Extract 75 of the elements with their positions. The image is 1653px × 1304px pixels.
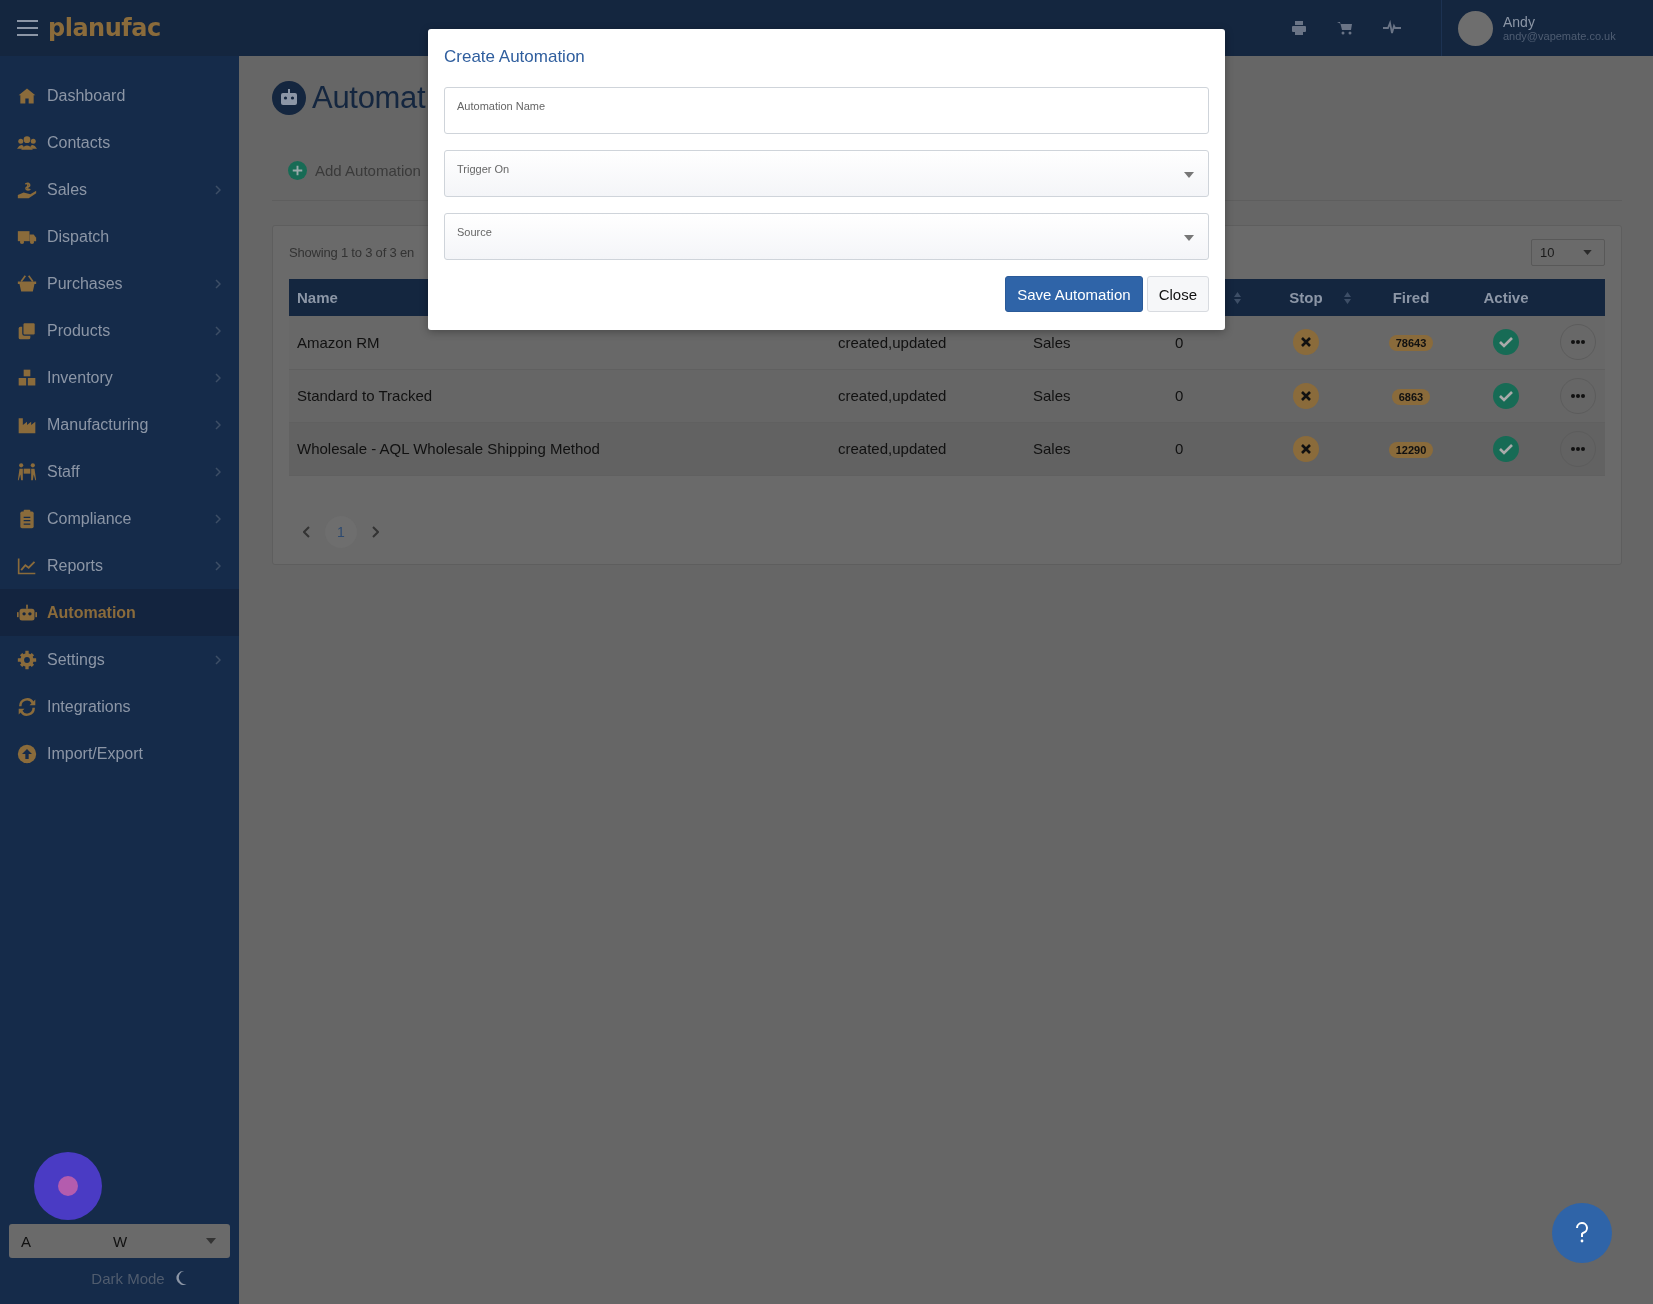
input-field[interactable]: Automation Name [444,87,1209,134]
moon-icon[interactable] [173,1270,188,1286]
gear-icon [17,649,37,670]
cart-icon[interactable] [1337,20,1353,36]
user-email: andy@vapemate.co.uk [1503,30,1617,42]
sidebar-item[interactable]: Manufacturing [0,401,239,448]
people-carry-icon [17,461,37,482]
select-field[interactable]: Trigger On [444,150,1209,197]
caret-down-icon [1184,172,1194,178]
table-cell: created,updated [838,387,947,404]
more-icon [1571,393,1585,398]
logo: planufac [48,14,161,42]
printer-icon[interactable] [1291,20,1307,36]
close-button[interactable]: Close [1146,276,1209,312]
robot-icon [17,602,37,623]
column-header[interactable]: Active [1483,289,1529,306]
user-name: Andy [1503,14,1536,30]
stacked-squares-icon [17,320,37,341]
caret-down-icon [1583,250,1592,255]
pulse-icon[interactable] [1383,20,1401,36]
table-cell: 0 [1175,387,1184,404]
table-cell: created,updated [838,333,947,351]
sidebar-item[interactable]: Staff [0,448,239,495]
chevron-left-icon[interactable] [303,525,311,538]
caret-down-icon [206,1238,216,1244]
table-cell: created,updated [838,440,947,457]
sync-icon [17,696,37,717]
table-cell: 0 [1175,333,1184,351]
boxes-icon [17,367,37,388]
menu-icon[interactable] [17,20,38,36]
table-cell: Amazon RM [297,333,380,351]
chevron-right-icon[interactable] [371,525,379,538]
table-cell: Wholesale - AQL Wholesale Shipping Method [297,440,600,457]
fired-count: 78643 [1388,335,1434,352]
question-icon [1575,1221,1589,1245]
table-cell: Standard to Tracked [297,387,433,404]
save-button[interactable]: Save Automation [1005,276,1143,312]
select-field[interactable]: Source [444,213,1209,260]
column-header[interactable]: Fired [1392,289,1430,306]
sidebar-item[interactable]: Import/Export [0,730,239,777]
caret-down-icon [1184,235,1194,241]
table-cell: Sales [1033,440,1071,457]
sidebar-item[interactable]: Dispatch [0,213,239,260]
fired-count: 12290 [1388,441,1434,458]
fired-count: 6863 [1391,388,1431,405]
sidebar-item[interactable]: Contacts [0,119,239,166]
location-select[interactable]: A W [9,1224,230,1258]
column-header[interactable]: Stop [1289,289,1323,306]
modal-title: Create Automation [444,47,586,67]
sidebar-item[interactable]: Inventory [0,354,239,401]
more-icon [1571,446,1585,451]
column-header[interactable]: Name [297,289,338,306]
robot-icon [272,81,306,115]
table-cell: Sales [1033,387,1071,404]
sidebar-item[interactable]: Purchases [0,260,239,307]
more-icon [1571,340,1585,345]
upload-circle-icon [17,743,37,764]
sidebar-item[interactable]: Automation [0,589,239,636]
table-cell: 0 [1175,440,1184,457]
page-size-select[interactable]: 10 [1531,239,1605,266]
sidebar-item[interactable]: Products [0,307,239,354]
sidebar-item[interactable]: Reports [0,542,239,589]
clipboard-icon [17,508,37,529]
sidebar-item[interactable]: Compliance [0,495,239,542]
plus-circle-icon [288,160,307,180]
sidebar-item[interactable]: Integrations [0,683,239,730]
page-title: Automat [312,80,426,116]
sidebar-item[interactable]: Settings [0,636,239,683]
sidebar-item[interactable]: Sales [0,166,239,213]
sidebar-item[interactable]: Dashboard [0,72,239,119]
table-cell: Sales [1033,333,1071,351]
avatar[interactable] [1458,10,1493,46]
help-button[interactable] [1552,1203,1612,1263]
chat-launcher-icon[interactable] [34,1152,102,1220]
basket-icon [17,273,37,294]
